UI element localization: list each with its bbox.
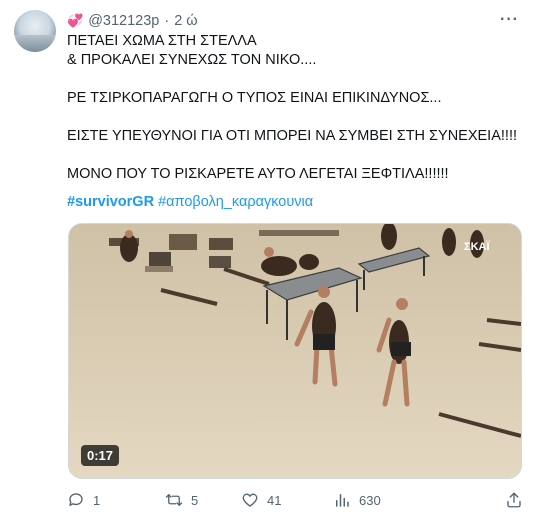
hashtag-link[interactable]: #αποβολη_καραγκουνια — [158, 194, 313, 210]
action-bar: 1 5 41 630 — [67, 490, 522, 510]
text-line: ΠΕΤΑΕΙ ΧΩΜΑ ΣΤΗ ΣΤΕΛΛΑ — [67, 33, 257, 49]
reply-button[interactable]: 1 — [67, 490, 100, 510]
text-line: ΡΕ ΤΣΙΡΚΟΠΑΡΑΓΩΓΗ Ο ΤΥΠΟΣ ΕΙΝΑΙ ΕΠΙΚΙΝΔΥ… — [67, 90, 442, 106]
reply-count: 1 — [93, 492, 101, 508]
repost-count: 5 — [191, 492, 199, 508]
views-icon — [336, 494, 349, 507]
share-button[interactable] — [505, 490, 523, 510]
tweet-text: ΠΕΤΑΕΙ ΧΩΜΑ ΣΤΗ ΣΤΕΛΛΑ & ΠΡΟΚΑΛΕΙ ΣΥΝΕΧΩ… — [67, 32, 517, 184]
hearts-emoji-icon: 💞 — [67, 13, 84, 28]
views-count: 630 — [359, 492, 381, 508]
user-handle[interactable]: @312123p — [88, 13, 159, 29]
repost-icon — [165, 494, 183, 506]
separator-dot: · — [164, 13, 170, 29]
share-icon — [507, 492, 521, 508]
text-line: ΜΟΝΟ ΠΟΥ ΤΟ ΡΙΣΚΑΡΕΤΕ ΑΥΤΟ ΛΕΓΕΤΑΙ ΞΕΦΤΙ… — [67, 166, 449, 182]
timestamp[interactable]: 2 ώ — [174, 13, 197, 29]
text-line: & ΠΡΟΚΑΛΕΙ ΣΥΝΕΧΩΣ ΤΟΝ ΝΙΚΟ.... — [67, 52, 317, 68]
hashtags: #survivorGR #αποβολη_καραγκουνια — [67, 194, 313, 210]
more-options-icon[interactable]: ··· — [500, 11, 519, 29]
svg-text:ΣΚΑΪ: ΣΚΑΪ — [464, 240, 490, 253]
avatar[interactable] — [14, 10, 56, 52]
video-frame: ΣΚΑΪ — [69, 224, 521, 478]
tweet[interactable]: 💞 @312123p · 2 ώ ··· ΠΕΤΑΕΙ ΧΩΜΑ ΣΤΗ ΣΤΕ… — [0, 0, 535, 515]
like-count: 41 — [267, 492, 282, 508]
heart-icon — [242, 493, 258, 507]
repost-button[interactable]: 5 — [165, 490, 198, 510]
reply-icon — [69, 493, 83, 506]
hashtag-link[interactable]: #survivorGR — [67, 194, 154, 210]
like-button[interactable]: 41 — [241, 490, 281, 510]
tweet-header: 💞 @312123p · 2 ώ — [67, 11, 198, 31]
views-button[interactable]: 630 — [333, 490, 381, 510]
video-duration: 0:17 — [81, 445, 120, 466]
video-player[interactable]: ΣΚΑΪ 0:17 — [68, 223, 522, 479]
text-line: ΕΙΣΤΕ ΥΠΕΥΘΥΝΟΙ ΓΙΑ ΟΤΙ ΜΠΟΡΕΙ ΝΑ ΣΥΜΒΕΙ… — [67, 128, 517, 144]
